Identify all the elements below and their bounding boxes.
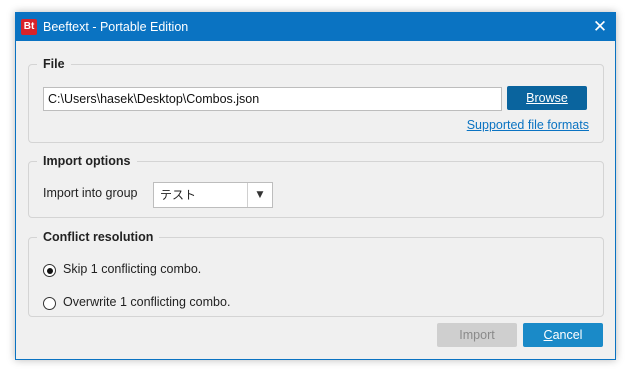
app-icon: Bt (21, 19, 37, 35)
group-dropdown[interactable]: テスト ▼ (153, 182, 273, 208)
cancel-mnemonic: C (543, 328, 553, 342)
cancel-label-rest: ancel (552, 328, 583, 342)
import-button[interactable]: Import (437, 323, 517, 347)
import-group-label: Import into group (43, 186, 138, 200)
skip-conflicts-radio[interactable] (43, 264, 56, 277)
overwrite-conflicts-radio[interactable] (43, 297, 56, 310)
window-title: Beeftext - Portable Edition (43, 20, 189, 34)
overwrite-conflicts-label: Overwrite 1 conflicting combo. (63, 295, 231, 309)
chevron-down-icon[interactable]: ▼ (247, 183, 272, 207)
close-icon[interactable]: ✕ (585, 13, 615, 41)
title-bar[interactable]: Bt Beeftext - Portable Edition ✕ (16, 13, 615, 41)
group-dropdown-value: テスト (160, 188, 197, 202)
cancel-button[interactable]: Cancel (523, 323, 603, 347)
skip-conflicts-label: Skip 1 conflicting combo. (63, 262, 202, 276)
supported-formats-link[interactable]: Supported file formats (467, 118, 589, 132)
file-group: File Browse Supported file formats (28, 57, 604, 143)
browse-button[interactable]: Browse (507, 86, 587, 110)
import-options-legend: Import options (43, 154, 131, 168)
conflict-resolution-legend: Conflict resolution (43, 230, 154, 244)
conflict-resolution-group: Conflict resolution Skip 1 conflicting c… (28, 230, 604, 317)
file-group-legend: File (43, 57, 65, 71)
file-path-input[interactable] (43, 87, 502, 111)
import-dialog-window: Bt Beeftext - Portable Edition ✕ File Br… (15, 12, 616, 360)
import-options-group: Import options Import into group テスト ▼ (28, 154, 604, 218)
